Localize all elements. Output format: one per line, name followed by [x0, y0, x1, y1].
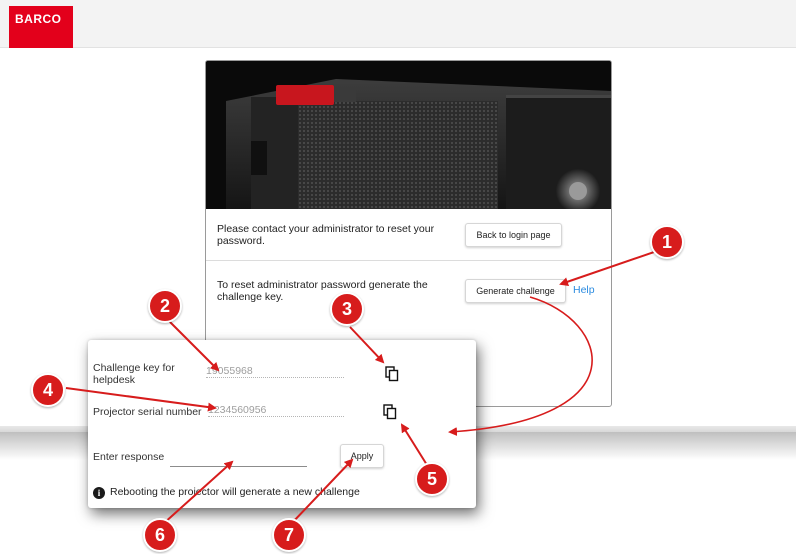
reboot-notice: i Rebooting the projector will generate a… [93, 486, 360, 499]
callout-badge-4: 4 [31, 373, 65, 407]
projector-illustration [206, 61, 611, 209]
callout-badge-3: 3 [330, 292, 364, 326]
reset-challenge-row: To reset administrator password generate… [206, 266, 611, 326]
app-header: BARCO [0, 0, 796, 48]
challenge-key-value: 19055968 [206, 365, 344, 378]
help-link[interactable]: Help [573, 284, 595, 296]
info-icon: i [93, 487, 105, 499]
serial-number-label: Projector serial number [93, 406, 202, 418]
brand-name: BARCO [15, 12, 62, 26]
copy-icon[interactable] [383, 404, 397, 420]
callout-badge-2: 2 [148, 289, 182, 323]
admin-contact-message: Please contact your administrator to res… [217, 223, 435, 247]
callout-badge-6: 6 [143, 518, 177, 552]
response-label: Enter response [93, 451, 165, 463]
projector-hero-image [206, 61, 611, 209]
back-to-login-button[interactable]: Back to login page [465, 223, 562, 247]
response-input[interactable] [170, 451, 307, 467]
challenge-key-label: Challenge key for helpdesk [93, 362, 175, 386]
callout-badge-5: 5 [415, 462, 449, 496]
serial-number-value: 1234560956 [208, 404, 344, 417]
callout-badge-7: 7 [272, 518, 306, 552]
generate-challenge-button[interactable]: Generate challenge [465, 279, 566, 303]
callout-badge-1: 1 [650, 225, 684, 259]
copy-icon[interactable] [385, 366, 399, 382]
admin-contact-row: Please contact your administrator to res… [206, 211, 611, 261]
apply-button[interactable]: Apply [340, 444, 384, 468]
reboot-notice-text: Rebooting the projector will generate a … [110, 486, 360, 498]
barco-logo: BARCO [9, 6, 73, 48]
